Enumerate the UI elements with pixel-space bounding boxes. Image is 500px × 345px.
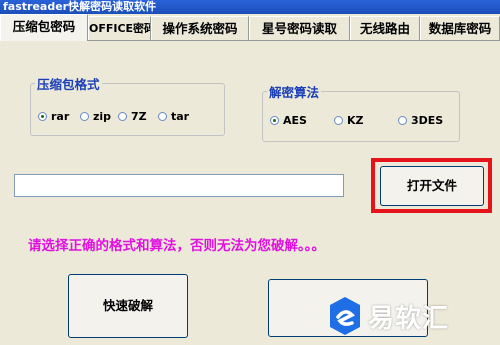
format-group: 压缩包格式 xyxy=(30,74,225,136)
radio-unchecked-icon xyxy=(158,112,167,121)
radio-aes[interactable]: AES xyxy=(270,114,307,127)
tab-bar: 压缩包密码 OFFICE密码 操作系统密码 星号密码读取 无线路由 数据库密码 xyxy=(0,14,500,41)
algorithm-group-title: 解密算法 xyxy=(269,85,320,100)
radio-unchecked-icon xyxy=(334,116,343,125)
radio-7z-label: 7Z xyxy=(131,110,147,123)
radio-aes-label: AES xyxy=(283,114,307,127)
radio-kz[interactable]: KZ xyxy=(334,114,364,127)
format-group-title: 压缩包格式 xyxy=(37,77,100,92)
radio-zip-label: zip xyxy=(93,110,112,123)
watermark-text: 易软汇 xyxy=(368,303,450,334)
radio-unchecked-icon xyxy=(398,116,407,125)
watermark: 易软汇 xyxy=(328,296,449,336)
tab-wireless-router[interactable]: 无线路由 xyxy=(350,16,420,40)
tab-asterisk-password[interactable]: 星号密码读取 xyxy=(249,16,350,40)
tab-os-password[interactable]: 操作系统密码 xyxy=(151,16,249,40)
tab-office-password[interactable]: OFFICE密码 xyxy=(88,16,151,40)
window-title: fastreader快解密码读取软件 xyxy=(0,0,500,14)
quick-crack-button[interactable]: 快速破解 xyxy=(68,274,188,338)
radio-zip[interactable]: zip xyxy=(80,110,111,123)
radio-kz-label: KZ xyxy=(347,114,364,127)
radio-3des-label: 3DES xyxy=(411,114,444,127)
radio-unchecked-icon xyxy=(118,112,127,121)
hint-text: 请选择正确的格式和算法，否则无法为您破解。。。 xyxy=(28,238,325,254)
radio-unchecked-icon xyxy=(80,112,89,121)
tab-archive-password[interactable]: 压缩包密码 xyxy=(0,14,88,41)
file-path-input[interactable] xyxy=(14,174,344,197)
tab-database-password[interactable]: 数据库密码 xyxy=(420,16,500,40)
radio-rar-label: rar xyxy=(51,110,70,123)
radio-3des[interactable]: 3DES xyxy=(398,114,443,127)
radio-rar[interactable]: rar xyxy=(38,110,69,123)
radio-tar-label: tar xyxy=(171,110,190,123)
radio-checked-icon xyxy=(38,112,47,121)
watermark-logo-icon xyxy=(330,297,360,335)
radio-tar[interactable]: tar xyxy=(158,110,189,123)
open-file-button[interactable]: 打开文件 xyxy=(380,166,484,206)
radio-checked-icon xyxy=(270,116,279,125)
radio-7z[interactable]: 7Z xyxy=(118,110,147,123)
algorithm-group: 解密算法 xyxy=(262,82,460,142)
